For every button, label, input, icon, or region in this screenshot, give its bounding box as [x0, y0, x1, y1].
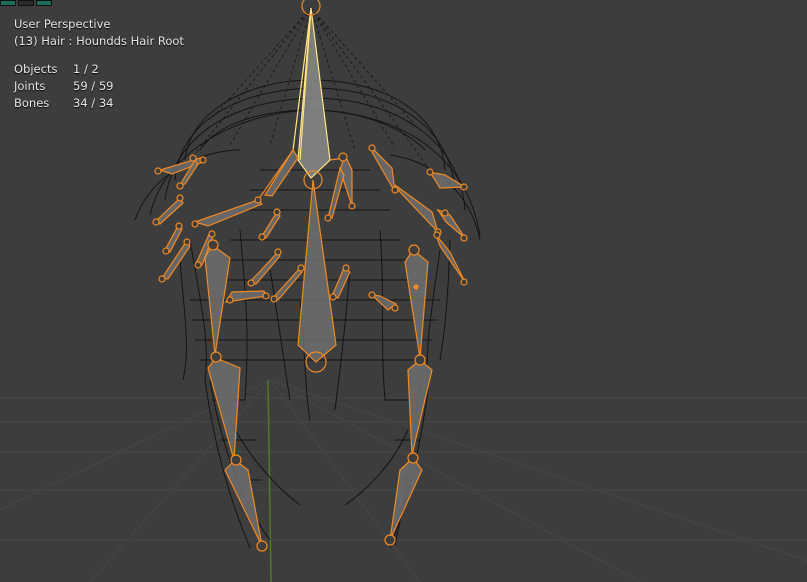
viewport-info-overlay: User Perspective (13) Hair : Houndds Hai…	[14, 16, 184, 112]
stats-joints: Joints 59 / 59	[14, 78, 184, 95]
stat-value: 34 / 34	[73, 96, 114, 110]
stats-objects: Objects 1 / 2	[14, 61, 184, 78]
y-axis-line	[267, 379, 272, 582]
active-object-label: (13) Hair : Houndds Hair Root	[14, 34, 184, 48]
view-name: User Perspective	[14, 17, 111, 31]
armature-bones	[153, 7, 468, 547]
stats-bones: Bones 34 / 34	[14, 95, 184, 112]
stat-label: Objects	[14, 62, 58, 76]
right-chain-bone-1	[404, 249, 429, 359]
stat-value: 59 / 59	[73, 79, 114, 93]
stat-value: 1 / 2	[73, 62, 99, 76]
active-root-bone	[297, 7, 331, 179]
stat-label: Bones	[14, 96, 50, 110]
stat-label: Joints	[14, 79, 46, 93]
right-chain-bone-3	[389, 457, 423, 541]
